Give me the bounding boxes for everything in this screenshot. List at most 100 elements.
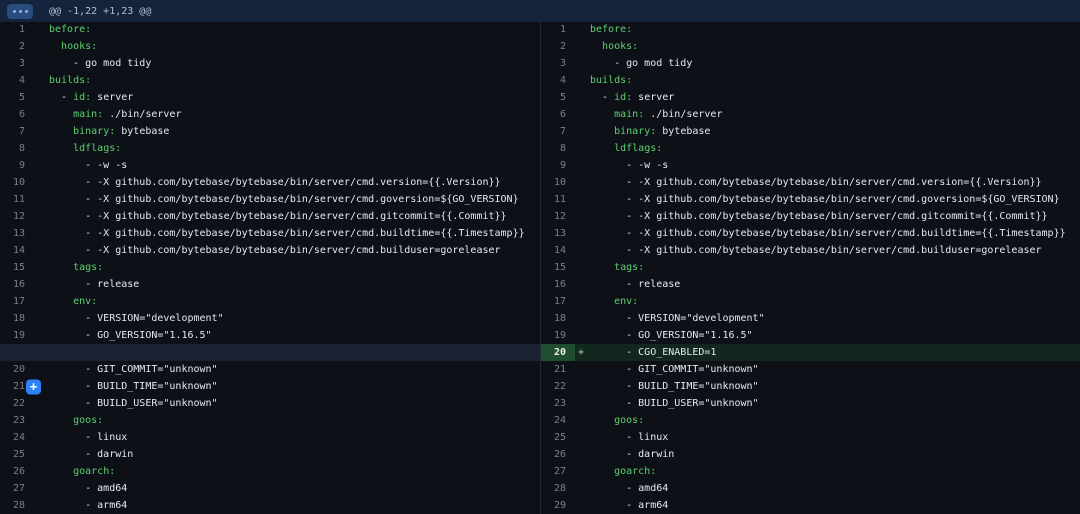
line-number[interactable]: 26 [541,446,575,463]
line-number[interactable]: 6 [541,107,575,124]
line-marker [575,90,590,107]
line-marker [34,344,49,361]
line-number[interactable]: 13 [541,226,575,243]
line-number[interactable]: 14 [541,243,575,260]
line-number[interactable]: 1 [541,22,575,39]
line-number[interactable]: 20 [0,361,34,378]
line-number[interactable]: 12 [541,209,575,226]
line-marker [34,260,49,277]
line-number[interactable]: 18 [0,310,34,327]
line-number [0,344,34,361]
code-segment: ./bin/server [103,110,181,120]
line-number[interactable]: 19 [0,327,34,344]
diff-row: 8 ldflags: [0,141,540,158]
line-marker [575,463,590,480]
code-segment [590,297,614,307]
line-number[interactable]: 12 [0,209,34,226]
line-number[interactable]: 9 [0,158,34,175]
code-segment: tags: [614,263,644,273]
line-marker [34,226,49,243]
diff-row: 10 - -X github.com/bytebase/bytebase/bin… [541,175,1080,192]
diff-row: 17 env: [0,294,540,311]
line-number[interactable]: 25 [0,446,34,463]
line-number[interactable]: 28 [541,480,575,497]
code-segment: builds: [590,76,632,86]
line-number[interactable]: 25 [541,429,575,446]
line-number[interactable]: 3 [541,56,575,73]
code-segment: - BUILD_USER="unknown" [590,399,759,409]
code-segment: - [590,93,614,103]
line-number[interactable]: 16 [541,277,575,294]
line-number[interactable]: 7 [541,124,575,141]
line-number[interactable]: 10 [541,175,575,192]
line-number[interactable]: 27 [541,463,575,480]
line-number[interactable]: 14 [0,243,34,260]
code-line: - amd64 [590,480,668,497]
line-number[interactable]: 9 [541,158,575,175]
line-number[interactable]: 22 [541,378,575,395]
diff-row-added: 20+ - CGO_ENABLED=1 [541,344,1080,361]
code-segment [49,110,73,120]
line-number[interactable]: 8 [0,141,34,158]
diff-row: 5 - id: server [0,90,540,107]
line-number[interactable]: 1 [0,22,34,39]
line-number[interactable]: 24 [541,412,575,429]
line-marker [34,192,49,209]
code-segment: - CGO_ENABLED=1 [590,348,716,358]
line-number[interactable]: 24 [0,429,34,446]
code-line: - darwin [590,446,674,463]
code-line: binary: bytebase [49,124,169,141]
diff-row: 1before: [0,22,540,39]
line-number[interactable]: 3 [0,56,34,73]
code-line: - go mod tidy [49,56,151,73]
code-line: - BUILD_TIME="unknown" [49,378,218,395]
code-segment: - linux [49,433,127,443]
line-number[interactable]: 21 [541,361,575,378]
diff-row: 22 - BUILD_USER="unknown" [0,395,540,412]
line-number[interactable]: 7 [0,124,34,141]
line-number[interactable]: 10 [0,175,34,192]
line-number[interactable]: 6 [0,107,34,124]
line-number[interactable]: 17 [541,294,575,311]
diff-row: 21 - GIT_COMMIT="unknown" [541,361,1080,378]
line-number[interactable]: 23 [0,412,34,429]
code-segment: hooks: [602,42,638,52]
line-number[interactable]: 2 [0,39,34,56]
line-number[interactable]: 13 [0,226,34,243]
line-number[interactable]: 20 [541,344,575,361]
line-number[interactable]: 8 [541,141,575,158]
line-marker [575,412,590,429]
diff-row: 22 - BUILD_TIME="unknown" [541,378,1080,395]
line-number[interactable]: 2 [541,39,575,56]
line-number[interactable]: 11 [0,192,34,209]
line-number[interactable]: 23 [541,395,575,412]
code-segment: - -X github.com/bytebase/bytebase/bin/se… [590,195,1060,205]
line-number[interactable]: 29 [541,497,575,514]
line-number[interactable]: 5 [541,90,575,107]
expand-diff-button[interactable] [7,4,33,19]
line-number[interactable]: 17 [0,294,34,311]
line-number[interactable]: 4 [0,73,34,90]
line-number[interactable]: 28 [0,497,34,514]
line-number[interactable]: 16 [0,277,34,294]
code-line: main: ./bin/server [49,107,181,124]
diff-row: 25 - linux [541,429,1080,446]
line-marker [34,39,49,56]
line-number[interactable]: 5 [0,90,34,107]
code-segment: - GIT_COMMIT="unknown" [590,365,759,375]
line-number[interactable]: 27 [0,480,34,497]
line-number[interactable]: 26 [0,463,34,480]
line-number[interactable]: 22 [0,395,34,412]
line-number[interactable]: 15 [541,260,575,277]
code-segment: - go mod tidy [590,59,692,69]
code-line: - -X github.com/bytebase/bytebase/bin/se… [590,175,1042,192]
line-number[interactable]: 4 [541,73,575,90]
diff-row: 2 hooks: [541,39,1080,56]
code-line: hooks: [590,39,638,56]
code-segment: main: [614,110,644,120]
line-number[interactable]: 11 [541,192,575,209]
line-number[interactable]: 18 [541,310,575,327]
line-number[interactable]: 19 [541,327,575,344]
add-comment-button[interactable]: + [26,379,41,394]
line-number[interactable]: 15 [0,260,34,277]
